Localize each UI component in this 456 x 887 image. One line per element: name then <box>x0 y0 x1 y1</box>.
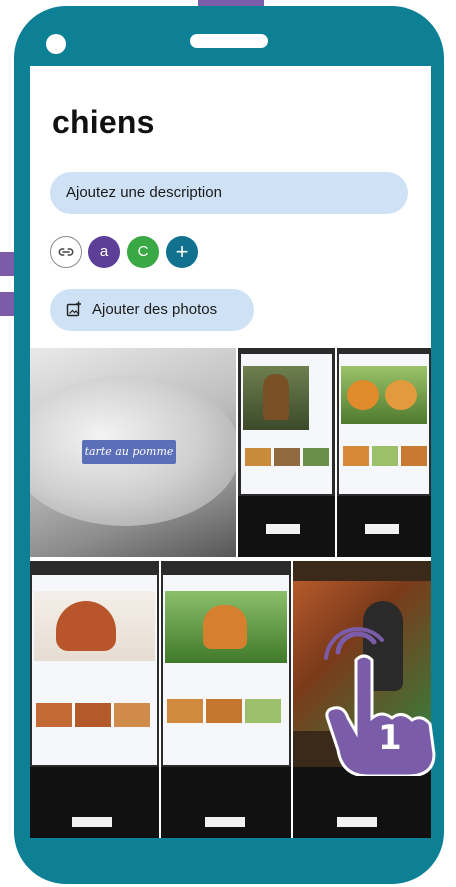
description-field[interactable]: Ajoutez une description <box>50 172 408 214</box>
add-photo-icon <box>66 301 81 317</box>
dog-shape <box>263 374 289 420</box>
speaker-slot <box>190 34 268 48</box>
monitor-sticker <box>72 817 112 827</box>
camera-dot <box>46 34 66 54</box>
dog-shape <box>203 605 247 649</box>
monitor-sticker <box>205 817 245 827</box>
thumbnail-row <box>36 703 150 727</box>
photo-apple-tart[interactable]: tarte au pomme <box>30 348 236 557</box>
photo-screen-shepherd[interactable] <box>238 348 335 557</box>
tap-hand-indicator: 1 <box>316 580 442 778</box>
photo-screen-cavalier[interactable] <box>30 561 159 838</box>
thumbnail-row <box>245 448 329 466</box>
avatar-c[interactable]: C <box>127 236 159 268</box>
add-photos-label: Ajouter des photos <box>92 301 218 318</box>
monitor-sticker <box>337 817 377 827</box>
monitor-screen <box>32 575 157 765</box>
avatar-a[interactable]: a <box>88 236 120 268</box>
monitor-base <box>293 767 431 838</box>
photo-screen-shiba[interactable] <box>161 561 291 838</box>
monitor-base <box>30 767 159 838</box>
monitor-base <box>161 767 291 838</box>
add-photos-button[interactable]: Ajouter des photos <box>50 289 254 331</box>
photo-caption: tarte au pomme <box>82 440 176 464</box>
monitor-screen <box>163 575 289 765</box>
monitor-screen <box>339 354 429 494</box>
thumbnail-row <box>167 699 281 723</box>
pomeranian-2 <box>385 380 417 410</box>
photo-screen-pomeranians[interactable] <box>337 348 431 557</box>
decor-bar-left-1 <box>0 252 14 276</box>
step-number: 1 <box>378 718 402 758</box>
link-icon <box>58 248 74 256</box>
thumbnail-row <box>343 446 427 466</box>
album-title[interactable]: chiens <box>52 104 155 141</box>
add-member-button[interactable]: + <box>166 236 198 268</box>
share-link-button[interactable] <box>50 236 82 268</box>
monitor-sticker <box>365 524 399 534</box>
monitor-sticker <box>266 524 300 534</box>
decor-bar-left-2 <box>0 292 14 316</box>
pomeranian-1 <box>347 380 379 410</box>
monitor-screen <box>241 354 332 494</box>
